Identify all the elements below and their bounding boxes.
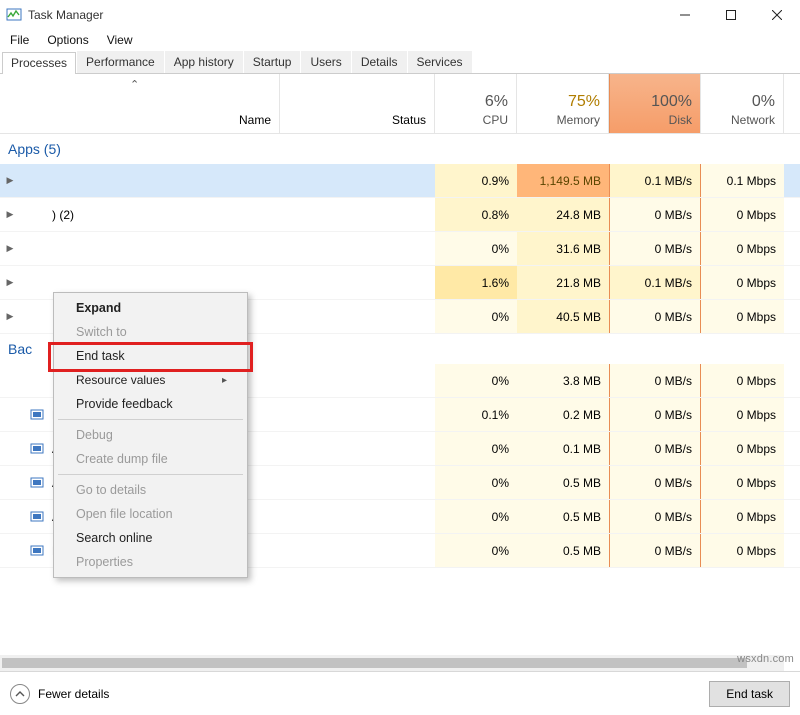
- menu-view[interactable]: View: [99, 31, 141, 49]
- table-row[interactable]: ▶ 0.9% 1,149.5 MB 0.1 MB/s 0.1 Mbps: [0, 164, 800, 198]
- fewer-details-label: Fewer details: [38, 687, 109, 701]
- col-cpu[interactable]: 6%CPU: [435, 74, 517, 133]
- maximize-button[interactable]: [708, 0, 754, 30]
- tab-details[interactable]: Details: [352, 51, 407, 73]
- horizontal-scrollbar[interactable]: [0, 655, 784, 671]
- minimize-button[interactable]: [662, 0, 708, 30]
- ctx-resource-values[interactable]: Resource values: [56, 368, 245, 392]
- process-grid: ⌃ Name Status 6%CPU 75%Memory 100%Disk 0…: [0, 74, 800, 671]
- col-memory[interactable]: 75%Memory: [517, 74, 609, 133]
- ctx-switch-to: Switch to: [56, 320, 245, 344]
- menubar: File Options View: [0, 30, 800, 50]
- sort-arrow-icon: ⌃: [130, 78, 139, 91]
- fewer-details-button[interactable]: Fewer details: [10, 684, 109, 704]
- task-manager-icon: [6, 7, 22, 23]
- process-icon: [28, 373, 46, 389]
- expand-icon[interactable]: ▶: [0, 266, 20, 299]
- ctx-provide-feedback[interactable]: Provide feedback: [56, 392, 245, 416]
- app-icon: [28, 207, 46, 223]
- chevron-up-icon: [10, 684, 30, 704]
- app-icon: [28, 173, 46, 189]
- watermark: wsxdn.com: [737, 653, 794, 665]
- col-disk[interactable]: 100%Disk: [609, 74, 701, 133]
- expand-icon[interactable]: ▶: [0, 300, 20, 333]
- ctx-separator: [58, 474, 243, 475]
- window-title: Task Manager: [28, 8, 662, 22]
- end-task-button[interactable]: End task: [709, 681, 790, 707]
- col-name-label: Name: [239, 113, 271, 127]
- close-button[interactable]: [754, 0, 800, 30]
- table-row[interactable]: ▶ 0% 31.6 MB 0 MB/s 0 Mbps: [0, 232, 800, 266]
- footer: Fewer details End task: [0, 671, 800, 715]
- ctx-create-dump: Create dump file: [56, 447, 245, 471]
- tab-startup[interactable]: Startup: [244, 51, 301, 73]
- titlebar: Task Manager: [0, 0, 800, 30]
- context-menu: Expand Switch to End task Resource value…: [53, 292, 248, 578]
- ctx-search-online[interactable]: Search online: [56, 526, 245, 550]
- process-icon: [28, 475, 46, 491]
- col-name[interactable]: Name: [0, 74, 280, 133]
- expand-icon[interactable]: ▶: [0, 198, 20, 231]
- group-apps[interactable]: Apps (5): [0, 134, 800, 164]
- col-network[interactable]: 0%Network: [701, 74, 784, 133]
- tab-users[interactable]: Users: [301, 51, 350, 73]
- col-status[interactable]: Status: [280, 74, 435, 133]
- tab-app-history[interactable]: App history: [165, 51, 243, 73]
- ctx-open-file-location: Open file location: [56, 502, 245, 526]
- ctx-end-task[interactable]: End task: [56, 344, 245, 368]
- tab-processes[interactable]: Processes: [2, 52, 76, 74]
- ctx-properties: Properties: [56, 550, 245, 574]
- process-icon: [28, 543, 46, 559]
- column-headers: ⌃ Name Status 6%CPU 75%Memory 100%Disk 0…: [0, 74, 800, 134]
- ctx-separator: [58, 419, 243, 420]
- ctx-debug: Debug: [56, 423, 245, 447]
- tab-services[interactable]: Services: [408, 51, 472, 73]
- menu-options[interactable]: Options: [39, 31, 96, 49]
- process-icon: [28, 441, 46, 457]
- menu-file[interactable]: File: [2, 31, 37, 49]
- col-status-label: Status: [392, 113, 426, 127]
- tabstrip: Processes Performance App history Startu…: [0, 50, 800, 74]
- process-icon: [28, 509, 46, 525]
- ctx-go-to-details: Go to details: [56, 478, 245, 502]
- expand-icon[interactable]: ▶: [0, 232, 20, 265]
- expand-icon[interactable]: ▶: [0, 164, 20, 197]
- table-row[interactable]: ▶ ) (2) 0.8% 24.8 MB 0 MB/s 0 Mbps: [0, 198, 800, 232]
- tab-performance[interactable]: Performance: [77, 51, 164, 73]
- process-icon: [28, 407, 46, 423]
- ctx-expand[interactable]: Expand: [56, 296, 245, 320]
